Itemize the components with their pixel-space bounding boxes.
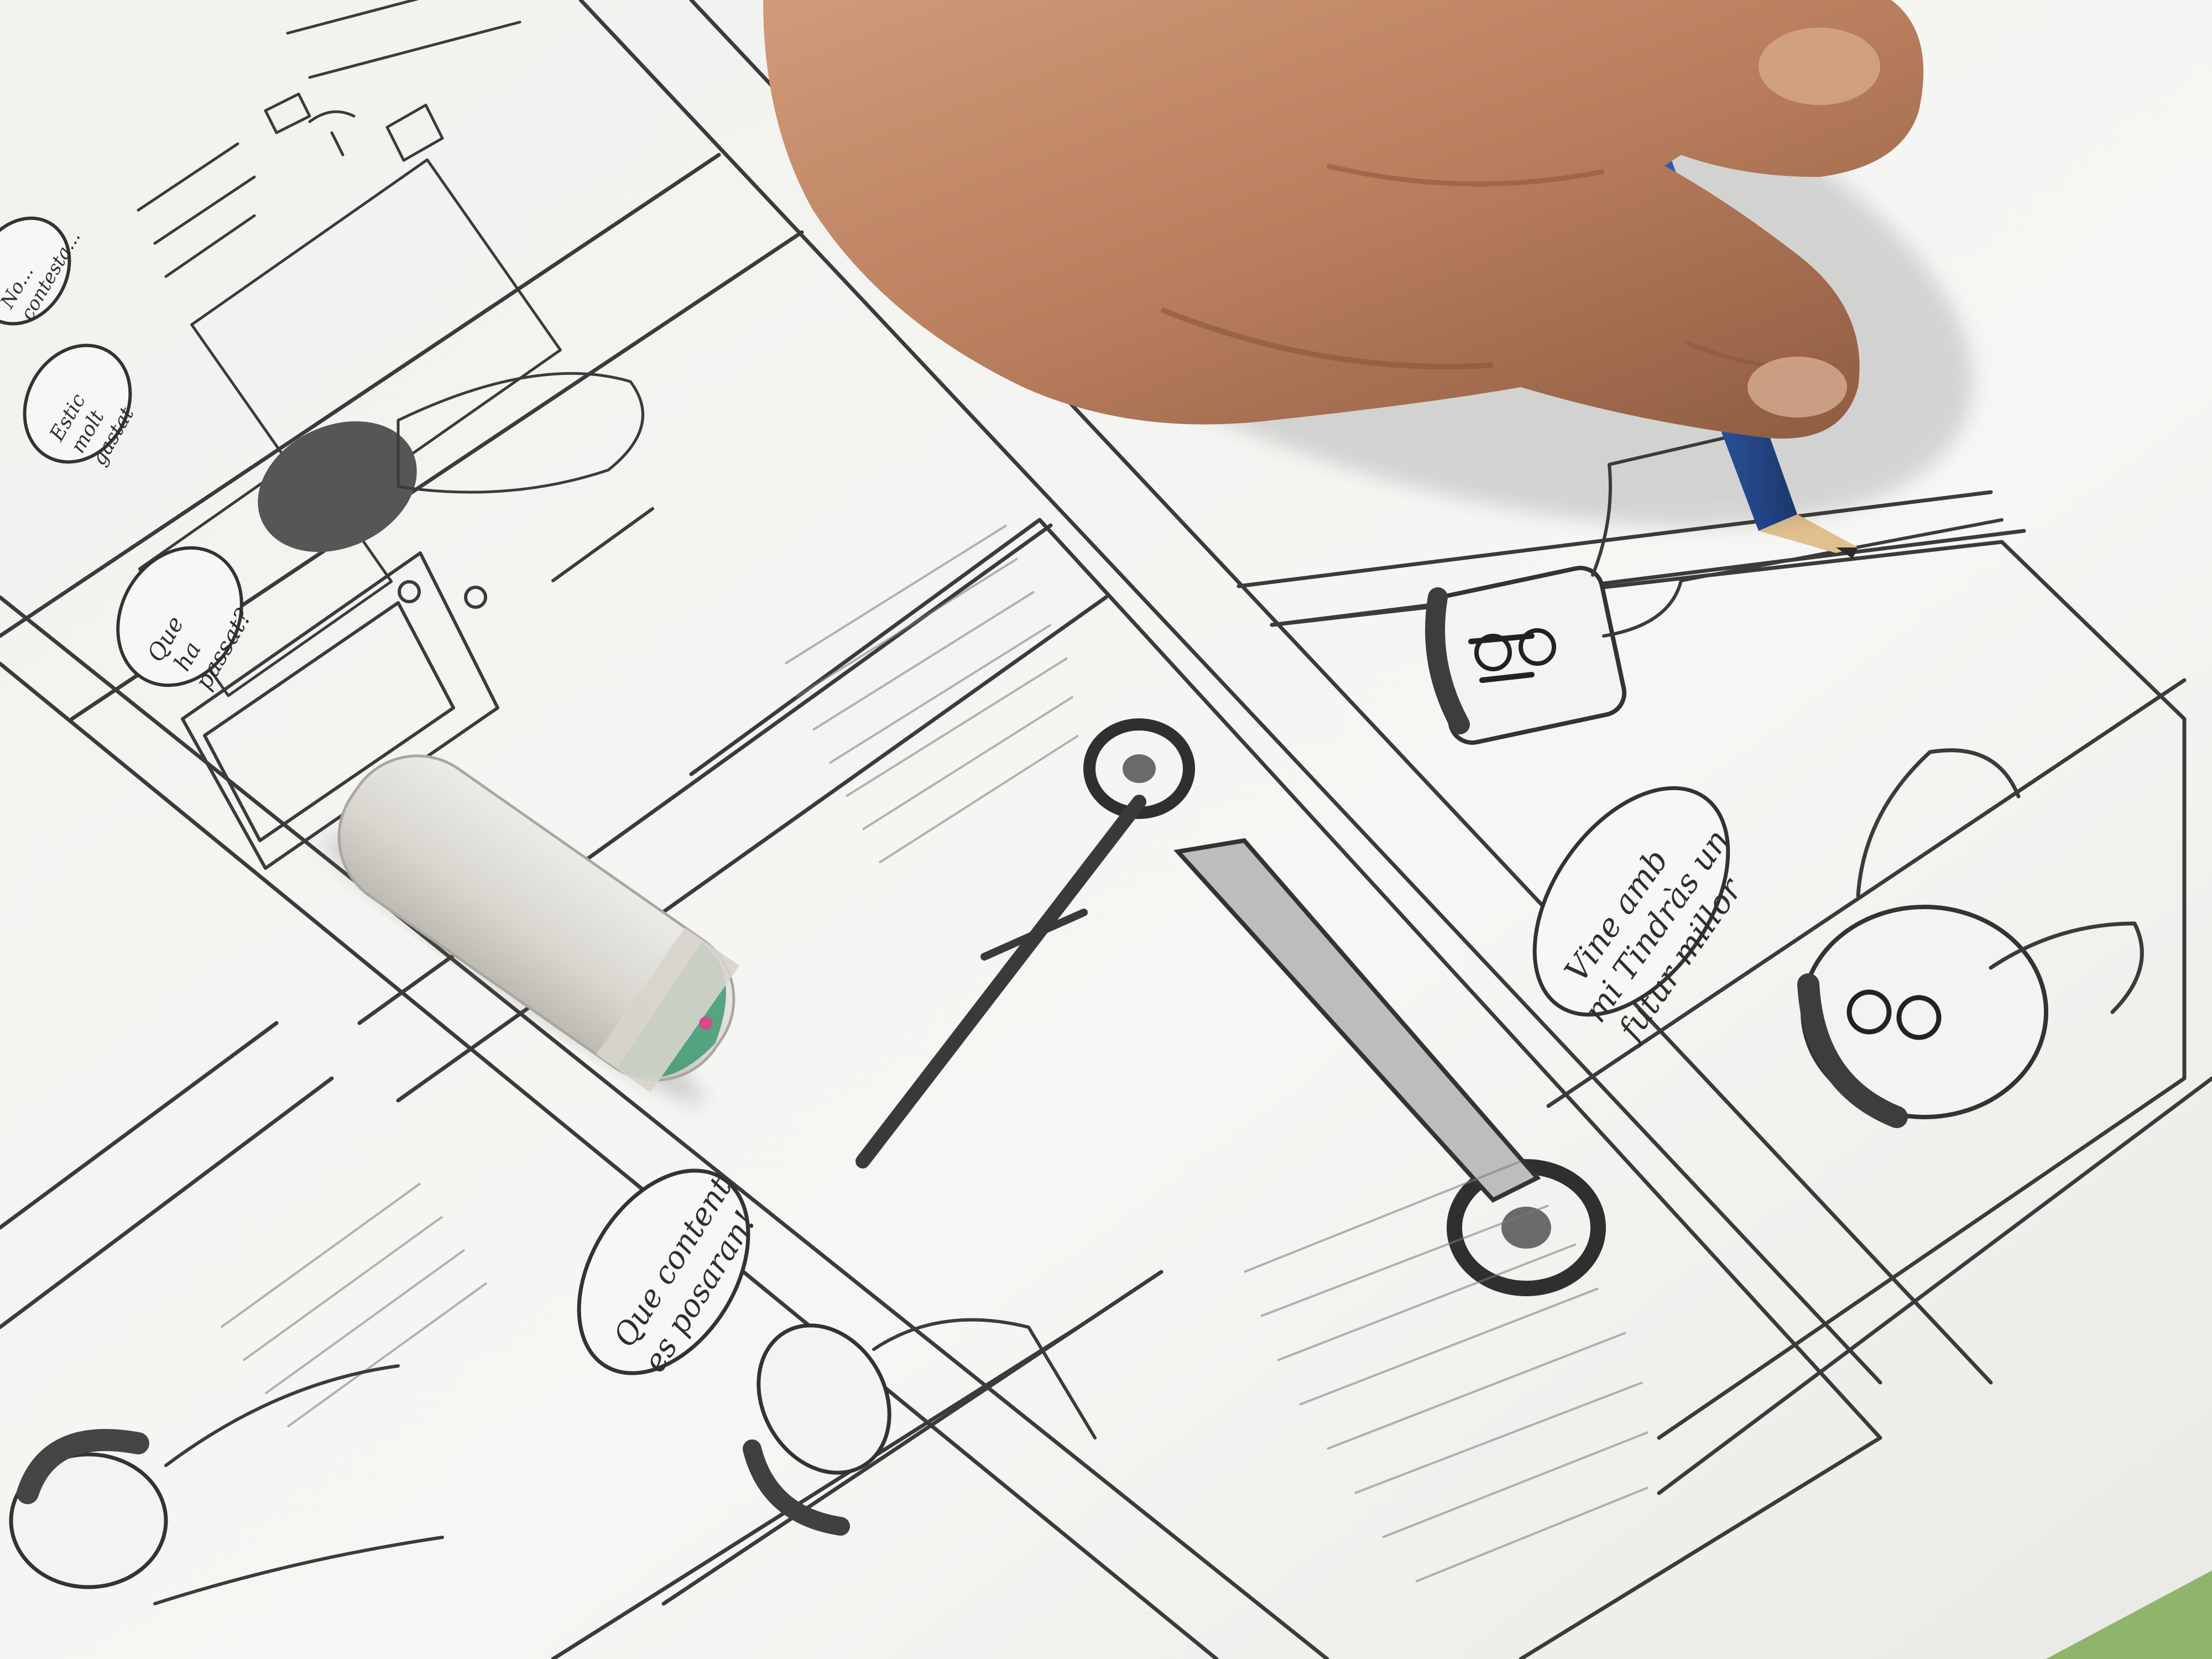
fingernail — [1747, 357, 1847, 418]
photo-canvas: Vine amb mi Tindràs un futur millor Que … — [0, 0, 2212, 1659]
thumbnail-nail — [1759, 28, 1880, 105]
photo: Vine amb mi Tindràs un futur millor Que … — [0, 0, 2212, 1659]
